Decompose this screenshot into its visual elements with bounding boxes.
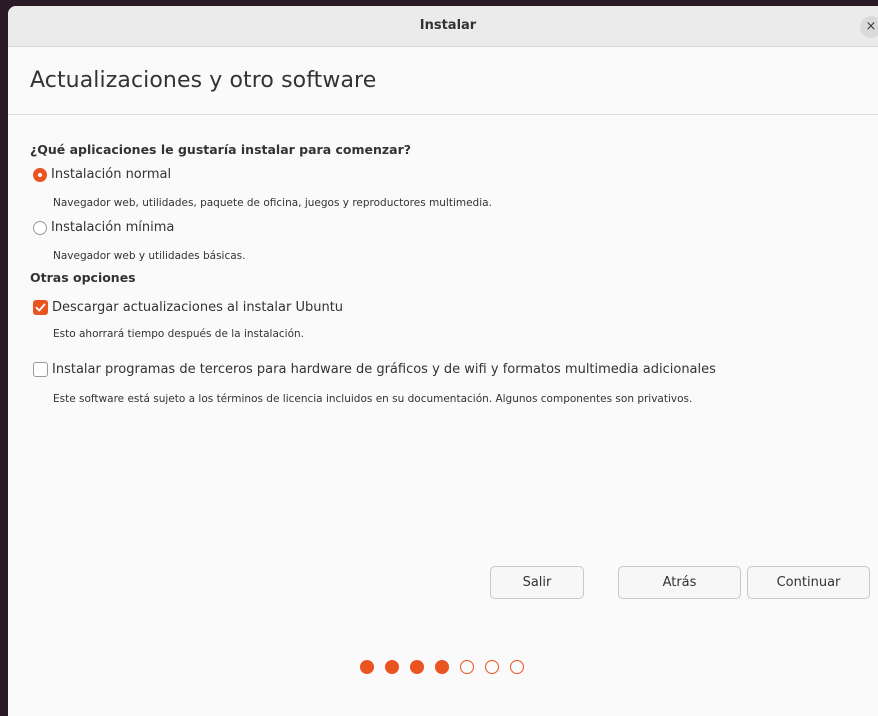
installer-window: Instalar × Actualizaciones y otro softwa… <box>8 6 878 716</box>
title-bar: Instalar × <box>8 6 878 47</box>
window-title: Instalar <box>419 18 477 33</box>
checkbox-download-updates[interactable]: Descargar actualizaciones al instalar Ub… <box>33 300 343 315</box>
progress-dots <box>360 660 535 674</box>
checkbox-unchecked-icon[interactable] <box>33 362 48 377</box>
checkbox-checked-icon[interactable] <box>33 300 48 315</box>
radio-normal-install[interactable]: Instalación normal <box>33 167 171 182</box>
page-title: Actualizaciones y otro software <box>30 68 377 93</box>
progress-dot-complete <box>410 660 424 674</box>
radio-minimal-install-label: Instalación mínima <box>51 220 175 235</box>
apps-section-heading: ¿Qué aplicaciones le gustaría instalar p… <box>30 142 412 157</box>
checkmark-icon <box>35 303 46 312</box>
progress-dot-complete <box>385 660 399 674</box>
checkbox-third-party-label: Instalar programas de terceros para hard… <box>52 362 716 377</box>
progress-dot-pending <box>460 660 474 674</box>
progress-dot-pending <box>510 660 524 674</box>
checkbox-third-party[interactable]: Instalar programas de terceros para hard… <box>33 362 716 377</box>
minimal-install-description: Navegador web y utilidades básicas. <box>53 250 246 262</box>
checkbox-download-updates-label: Descargar actualizaciones al instalar Ub… <box>52 300 344 315</box>
normal-install-description: Navegador web, utilidades, paquete de of… <box>53 197 492 209</box>
other-options-heading: Otras opciones <box>30 270 136 285</box>
radio-minimal-install[interactable]: Instalación mínima <box>33 220 174 235</box>
quit-button[interactable]: Salir <box>490 566 584 599</box>
continue-button[interactable]: Continuar <box>747 566 870 599</box>
close-button[interactable]: × <box>860 16 878 38</box>
download-updates-description: Esto ahorrará tiempo después de la insta… <box>53 328 305 340</box>
page-header: Actualizaciones y otro software <box>8 47 878 115</box>
progress-dot-complete <box>435 660 449 674</box>
progress-dot-pending <box>485 660 499 674</box>
content-area: ¿Qué aplicaciones le gustaría instalar p… <box>8 115 878 716</box>
progress-dot-complete <box>360 660 374 674</box>
radio-selected-icon[interactable] <box>33 167 47 182</box>
radio-normal-install-label: Instalación normal <box>51 167 172 182</box>
close-icon: × <box>865 19 877 34</box>
back-button[interactable]: Atrás <box>618 566 741 599</box>
radio-unselected-icon[interactable] <box>33 220 47 235</box>
third-party-description: Este software está sujeto a los términos… <box>53 393 693 405</box>
